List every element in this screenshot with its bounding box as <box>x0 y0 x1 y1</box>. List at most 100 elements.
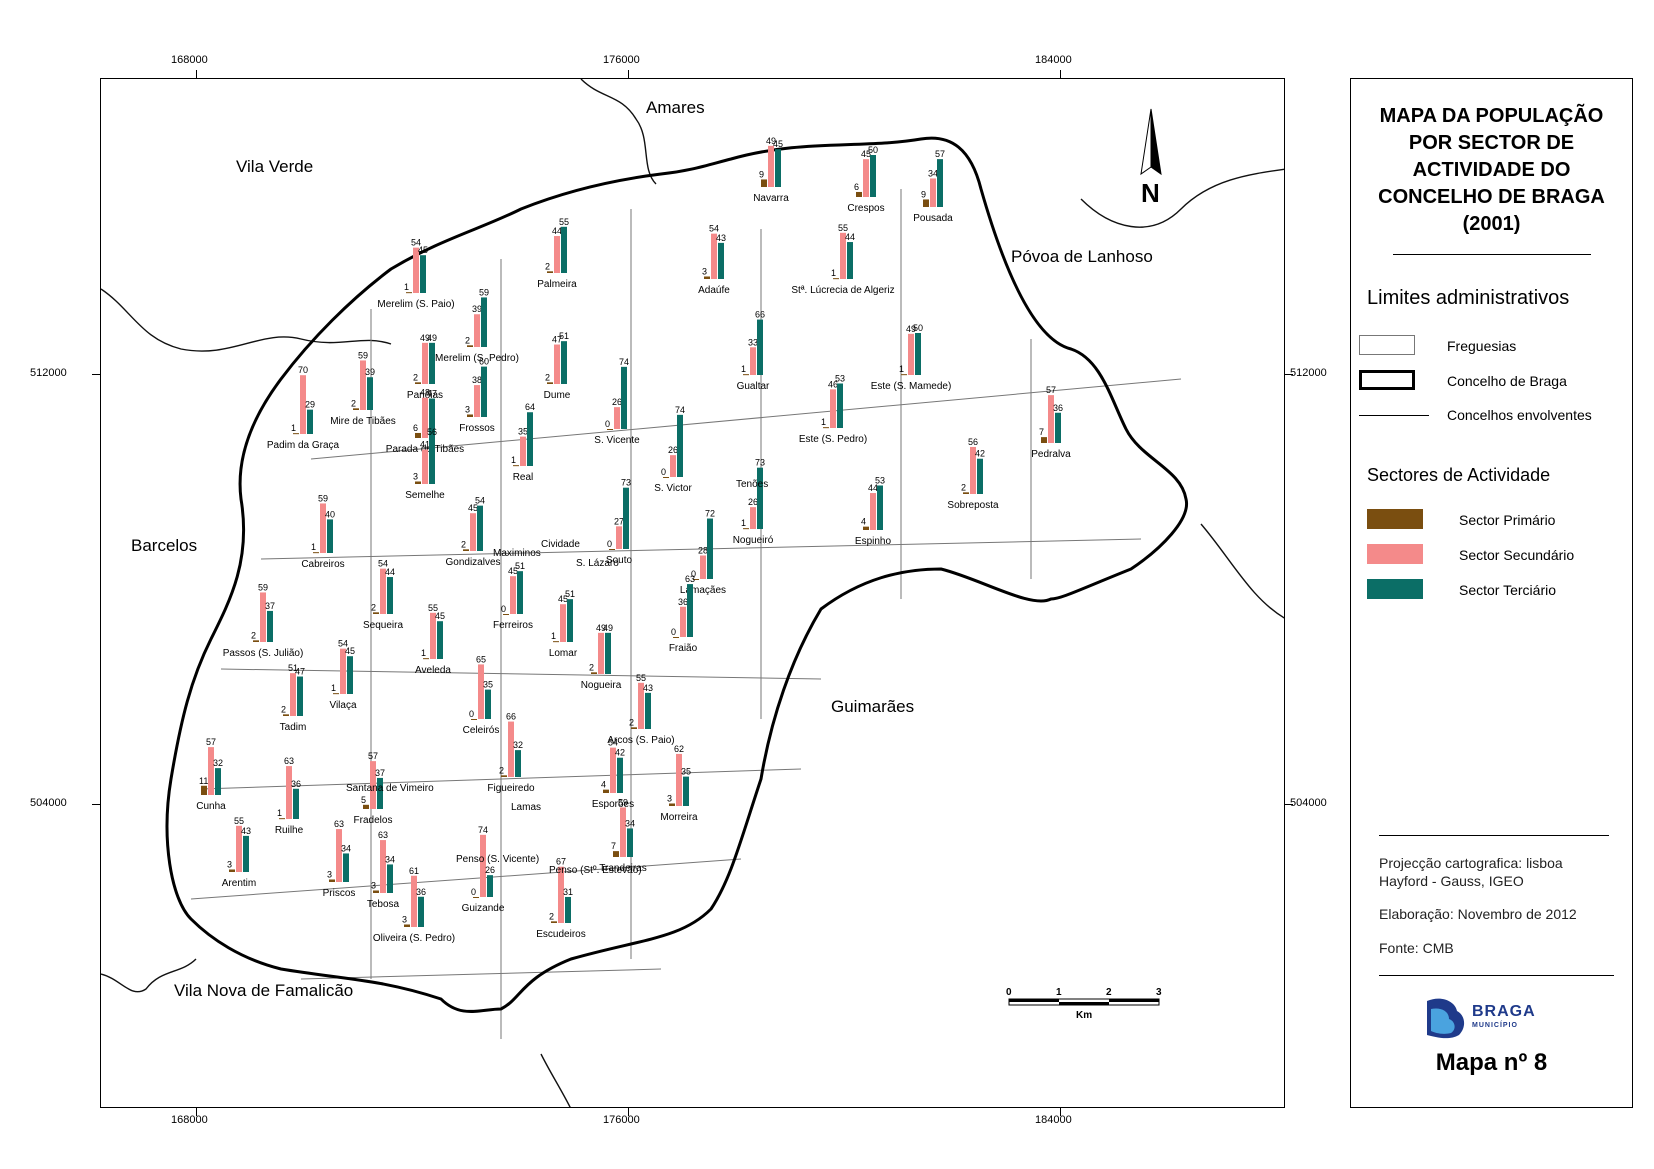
sector-tertiary-bar <box>418 896 424 927</box>
bar-value-label: 3 <box>702 266 707 276</box>
bar-value-label: 40 <box>325 509 335 519</box>
parish-name: Tenões <box>736 479 768 490</box>
parish-name: Lomar <box>549 648 578 659</box>
sector-primary-bar <box>704 276 710 279</box>
sector-tertiary-bar <box>420 255 426 293</box>
tick <box>1285 374 1293 375</box>
bar-value-label: 9 <box>921 189 926 199</box>
bar-value-label: 2 <box>371 602 376 612</box>
bar-value-label: 2 <box>281 704 286 714</box>
sector-tertiary-label: Sector Terciário <box>1459 582 1557 598</box>
sector-primary-bar <box>553 641 559 643</box>
parish-chart: 3 63 34 Tebosa <box>367 830 400 910</box>
map-canvas: N Amares Vila Verde Póvoa de Lanhoso Bar… <box>101 79 1284 1107</box>
bar-value-label: 51 <box>565 589 575 599</box>
sector-tertiary-bar <box>561 226 567 273</box>
sector-secondary-bar <box>411 875 417 927</box>
bar-value-label: 54 <box>608 738 618 748</box>
parish-chart: 15544Stª. Lúcrecia de Algeriz <box>791 223 894 296</box>
bar-value-label: 34 <box>625 818 635 828</box>
bar-value-label: 3 <box>402 914 407 924</box>
scale-tick-label: 1 <box>1056 987 1062 998</box>
sector-tertiary-bar <box>293 788 299 819</box>
sector-primary-bar <box>963 492 969 494</box>
bar-value-label: 26 <box>485 865 495 875</box>
bar-value-label: 1 <box>821 417 826 427</box>
parish-chart: 24751Dume <box>544 331 571 401</box>
sector-secondary-bar <box>336 829 342 882</box>
sector-primary-bar <box>631 727 637 729</box>
neighbour-label-amares: Amares <box>646 98 705 117</box>
sector-primary-bar <box>406 292 412 294</box>
bar-value-label: 55 <box>234 816 244 826</box>
coord-y-right-2: 504000 <box>1290 797 1327 809</box>
parish-name: Celeirós <box>463 725 500 736</box>
parish-chart: 2 59 37 Passos (S. Julião) <box>223 582 304 659</box>
sector-primary-bar <box>501 775 507 777</box>
parish-name: Mire de Tibães <box>330 416 396 427</box>
sector-primary-bar <box>333 693 339 695</box>
bar-value-label: 0 <box>501 604 506 614</box>
parish-name: Frossos <box>459 423 495 434</box>
bar-value-label: 43 <box>241 826 251 836</box>
bar-value-label: 47 <box>295 667 305 677</box>
sector-secondary-bar <box>614 407 620 429</box>
sector-tertiary-bar <box>297 676 303 716</box>
bar-value-label: 74 <box>675 405 685 415</box>
sector-primary-bar <box>1041 437 1047 443</box>
bar-value-label: 45 <box>345 646 355 656</box>
parish-name: Priscos <box>323 888 356 899</box>
coord-x-bottom-2: 176000 <box>603 1114 640 1126</box>
bar-value-label: 26 <box>612 397 622 407</box>
parish-name: Vilaça <box>329 700 356 711</box>
parish-name: Merelim (S. Pedro) <box>435 353 519 364</box>
sector-primary-bar <box>743 528 749 530</box>
parish-name: Adaúfe <box>698 285 730 296</box>
bar-value-label: 2 <box>589 662 594 672</box>
boundary-vila-verde <box>101 288 392 352</box>
bar-value-label: 55 <box>636 673 646 683</box>
parish-chart: 1 70 29 Padim da Graça <box>267 365 340 451</box>
bar-value-label: 34 <box>928 168 938 178</box>
sector-secondary-bar <box>670 455 676 477</box>
bar-value-label: 57 <box>368 751 378 761</box>
bar-value-label: 2 <box>549 911 554 921</box>
parish-chart: 64550Crespos <box>847 145 884 214</box>
bar-value-label: 50 <box>913 323 923 333</box>
parish-chart: 15445Merelim (S. Paio) <box>377 238 454 310</box>
bar-value-label: 73 <box>621 478 631 488</box>
sector-tertiary-bar <box>347 656 353 694</box>
bar-value-label: 35 <box>483 680 493 690</box>
bar-value-label: 2 <box>499 765 504 775</box>
coord-x-top-3: 184000 <box>1035 54 1072 66</box>
bar-value-label: 43 <box>716 233 726 243</box>
bar-value-label: 1 <box>551 631 556 641</box>
parish-name: Morreira <box>660 812 698 823</box>
sector-primary-bar <box>901 374 907 376</box>
note-projection-2: Hayford - Gauss, IGEO <box>1379 873 1524 889</box>
sector-primary-bar <box>607 429 613 430</box>
sector-primary-bar <box>863 526 869 530</box>
sector-secondary-bar <box>750 507 756 529</box>
map-number: Mapa nº 8 <box>1435 1049 1548 1076</box>
parish-name: Este (S. Pedro) <box>799 434 867 445</box>
coord-y-left-2: 504000 <box>30 797 67 809</box>
sector-primary-bar <box>471 719 477 720</box>
sector-secondary-bar <box>750 347 756 375</box>
boundary-south <box>540 1053 571 1107</box>
sector-secondary-bar <box>870 493 876 530</box>
bar-value-label: 1 <box>741 518 746 528</box>
bar-value-label: 2 <box>461 539 466 549</box>
note-date: Elaboração: Novembro de 2012 <box>1379 906 1577 922</box>
bar-value-label: 49 <box>427 333 437 343</box>
sector-tertiary-bar <box>307 409 313 434</box>
neighbour-limit-swatch <box>1359 415 1429 416</box>
bar-value-label: 0 <box>471 887 476 897</box>
sector-primary-bar <box>609 549 615 550</box>
divider <box>1393 254 1591 255</box>
bar-value-label: 1 <box>331 683 336 693</box>
divider <box>1379 835 1609 836</box>
sector-tertiary-bar <box>605 632 611 674</box>
parish-chart: 9 34 57 Pousada <box>913 149 953 224</box>
parish-name: Tebosa <box>367 899 400 910</box>
